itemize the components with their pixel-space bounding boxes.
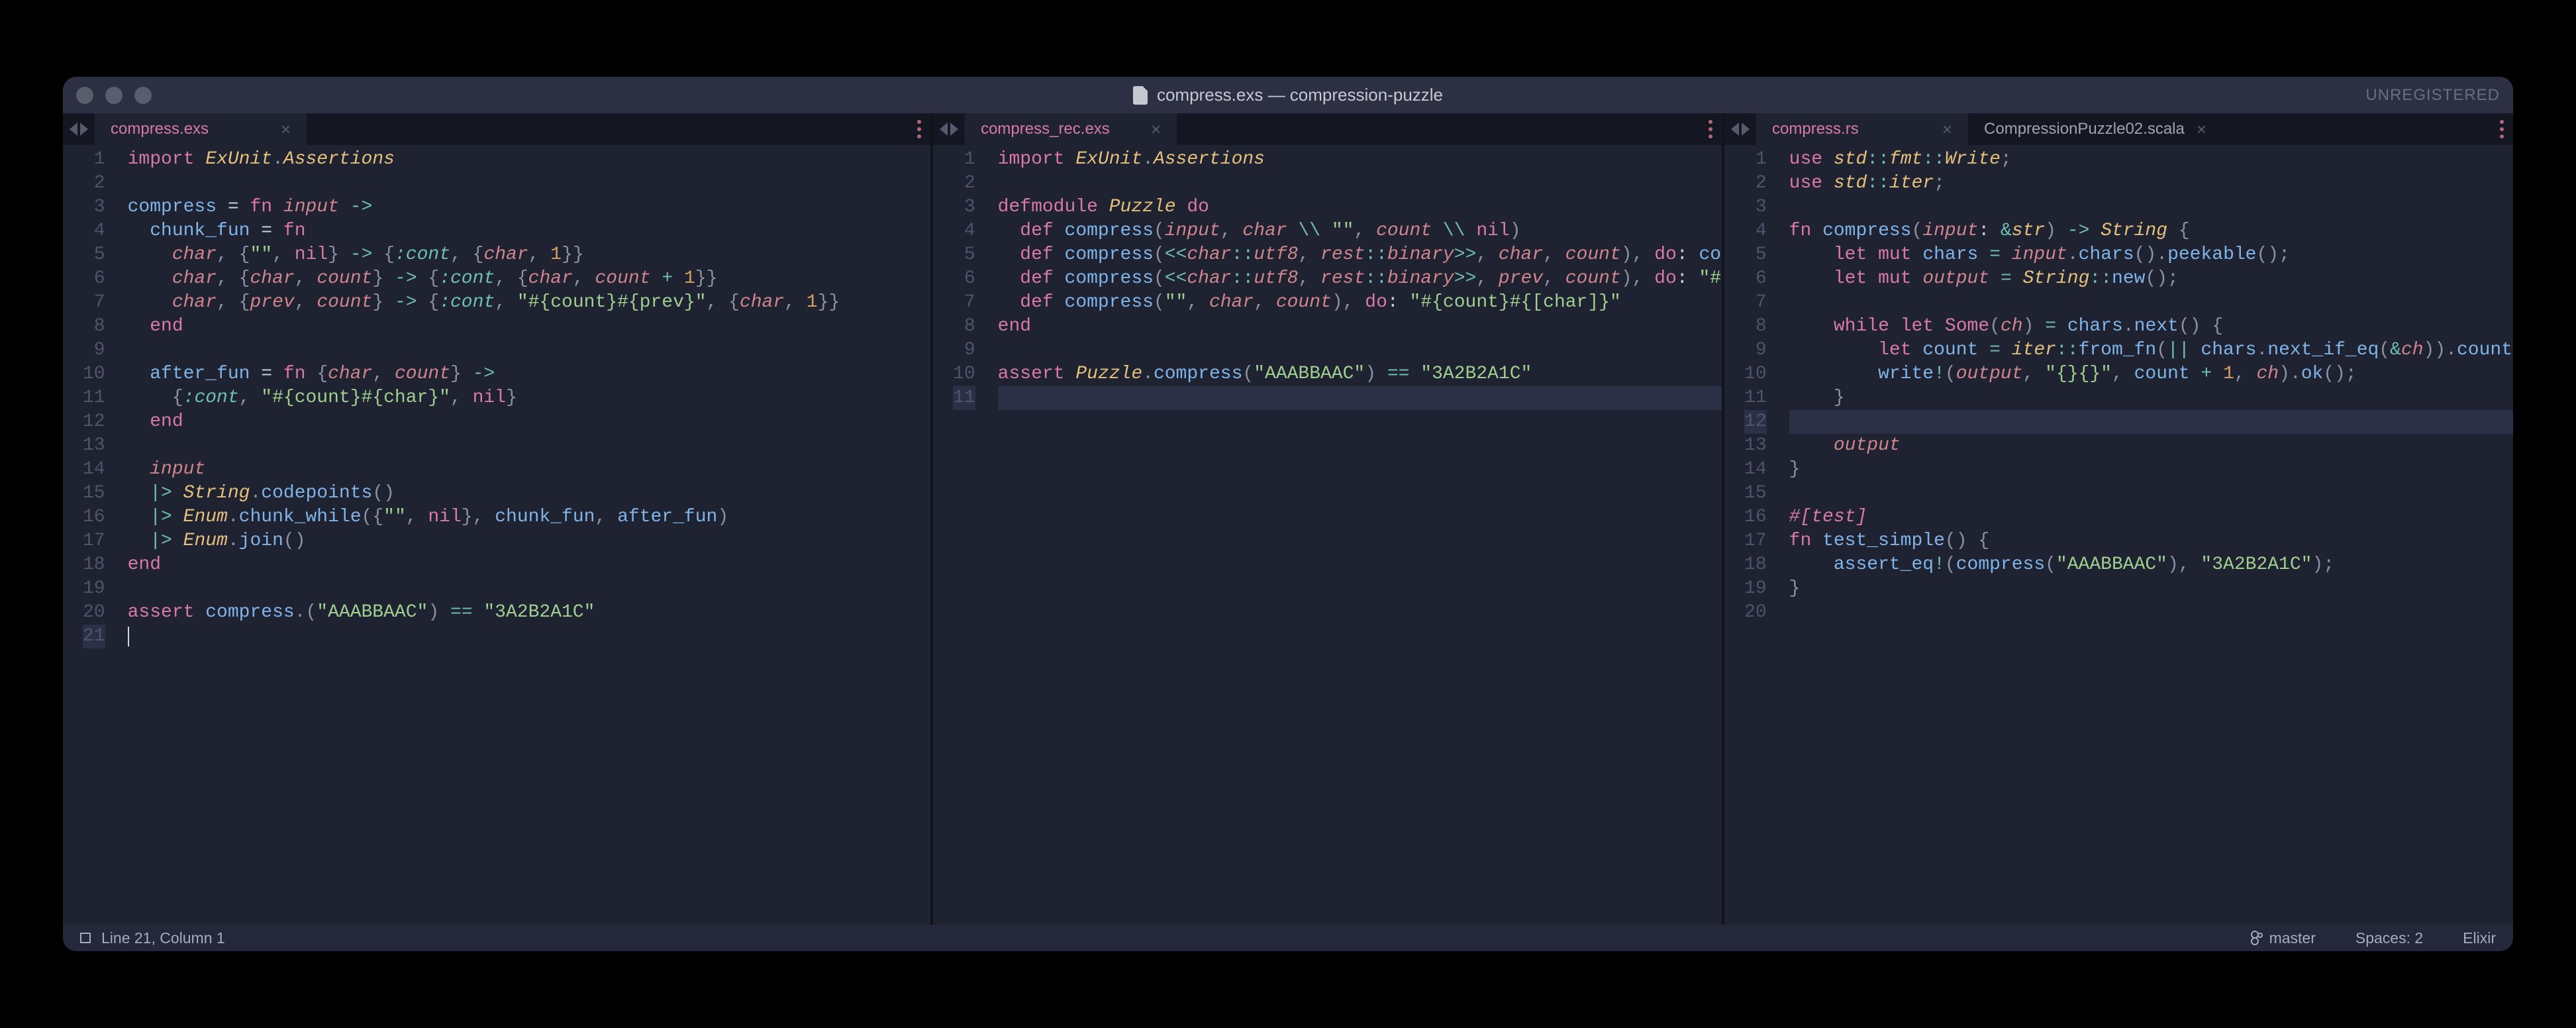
git-branch-icon xyxy=(2251,931,2263,945)
code-content[interactable]: import ExUnit.Assertions compress = fn i… xyxy=(117,145,930,925)
close-tab-icon[interactable]: × xyxy=(2197,119,2206,140)
syntax-setting[interactable]: Elixir xyxy=(2463,929,2496,947)
close-tab-icon[interactable]: × xyxy=(1151,119,1161,140)
tab-compress-rec-exs[interactable]: compress_rec.exs × xyxy=(965,113,1177,145)
window-title: compress.exs — compression-puzzle xyxy=(1133,85,1443,105)
tabbar: compress_rec.exs × xyxy=(933,113,1722,145)
pane-container: compress.exs × 1234567891011121314151617… xyxy=(63,113,2513,925)
close-window-button[interactable] xyxy=(76,87,93,104)
cursor-position[interactable]: Line 21, Column 1 xyxy=(101,929,225,947)
tab-nav xyxy=(1724,113,1756,145)
status-indicator-icon xyxy=(80,933,91,943)
code-content[interactable]: use std::fmt::Write;use std::iter; fn co… xyxy=(1779,145,2513,925)
tab-nav xyxy=(933,113,965,145)
pane-left: compress.exs × 1234567891011121314151617… xyxy=(63,113,933,925)
titlebar: compress.exs — compression-puzzle UNREGI… xyxy=(63,77,2513,113)
document-icon xyxy=(1133,86,1148,105)
tab-menu-icon[interactable] xyxy=(908,113,930,145)
tab-menu-icon[interactable] xyxy=(1699,113,1722,145)
tab-label: CompressionPuzzle02.scala xyxy=(1984,120,2185,138)
tabbar: compress.rs × CompressionPuzzle02.scala … xyxy=(1724,113,2513,145)
statusbar: Line 21, Column 1 master Spaces: 2 Elixi… xyxy=(63,925,2513,951)
nav-back-icon[interactable] xyxy=(1731,123,1739,136)
editor-window: compress.exs — compression-puzzle UNREGI… xyxy=(63,77,2513,951)
zoom-window-button[interactable] xyxy=(134,87,152,104)
pane-right: compress.rs × CompressionPuzzle02.scala … xyxy=(1724,113,2513,925)
tab-menu-icon[interactable] xyxy=(2491,113,2513,145)
nav-forward-icon[interactable] xyxy=(950,123,958,136)
tab-compressionpuzzle02-scala[interactable]: CompressionPuzzle02.scala × xyxy=(1968,113,2222,145)
editor-area[interactable]: 123456789101112131415161718192021 import… xyxy=(63,145,930,925)
editor-area[interactable]: 1234567891011 import ExUnit.Assertions d… xyxy=(933,145,1722,925)
git-branch[interactable]: master xyxy=(2251,929,2316,947)
traffic-lights xyxy=(76,87,152,104)
unregistered-label: UNREGISTERED xyxy=(2365,86,2500,105)
nav-back-icon[interactable] xyxy=(70,123,77,136)
tab-label: compress.rs xyxy=(1772,120,1930,138)
line-gutter: 1234567891011 xyxy=(933,145,987,925)
tab-compress-rs[interactable]: compress.rs × xyxy=(1756,113,1968,145)
nav-forward-icon[interactable] xyxy=(80,123,88,136)
indentation-setting[interactable]: Spaces: 2 xyxy=(2355,929,2423,947)
close-tab-icon[interactable]: × xyxy=(1942,119,1952,140)
editor-area[interactable]: 1234567891011121314151617181920 use std:… xyxy=(1724,145,2513,925)
nav-forward-icon[interactable] xyxy=(1742,123,1750,136)
tabbar: compress.exs × xyxy=(63,113,930,145)
pane-middle: compress_rec.exs × 1234567891011 import … xyxy=(933,113,1724,925)
tab-nav xyxy=(63,113,95,145)
minimize-window-button[interactable] xyxy=(105,87,123,104)
tab-label: compress.exs xyxy=(111,120,269,138)
window-title-text: compress.exs — compression-puzzle xyxy=(1157,85,1443,105)
tab-label: compress_rec.exs xyxy=(981,120,1139,138)
close-tab-icon[interactable]: × xyxy=(281,119,291,140)
nav-back-icon[interactable] xyxy=(940,123,948,136)
tab-compress-exs[interactable]: compress.exs × xyxy=(95,113,307,145)
git-branch-name: master xyxy=(2269,929,2316,947)
line-gutter: 1234567891011121314151617181920 xyxy=(1724,145,1779,925)
line-gutter: 123456789101112131415161718192021 xyxy=(63,145,117,925)
code-content[interactable]: import ExUnit.Assertions defmodule Puzzl… xyxy=(987,145,1722,925)
